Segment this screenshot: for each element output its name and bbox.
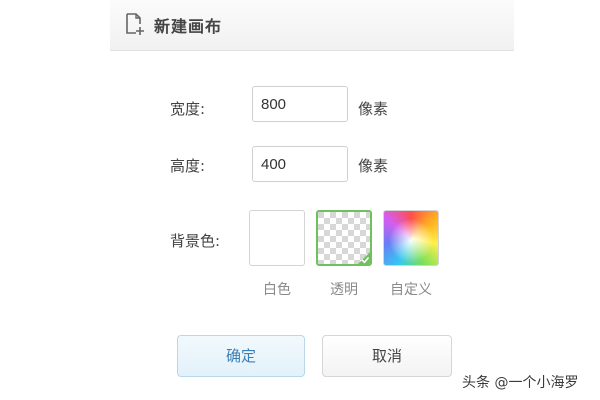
white-option-label: 白色 — [263, 282, 291, 298]
watermark: 头条 @一个小海罗 — [462, 375, 579, 391]
width-unit: 像素 — [358, 100, 389, 118]
background-color-label: 背景色: — [170, 232, 221, 250]
confirm-button[interactable]: 确定 — [177, 335, 305, 377]
new-canvas-dialog: 新建画布 宽度: 像素 高度: 像素 背景色: 白色 透明 自定义 确定 — [110, 0, 514, 400]
height-label: 高度: — [170, 157, 206, 175]
new-file-icon — [126, 13, 144, 35]
custom-color-swatch[interactable] — [383, 210, 439, 266]
height-input[interactable] — [252, 146, 348, 182]
transparent-option-label: 透明 — [330, 282, 358, 298]
height-unit: 像素 — [358, 157, 389, 175]
transparent-swatch[interactable] — [316, 210, 372, 266]
color-spectrum-icon — [384, 211, 438, 265]
check-icon — [358, 252, 370, 264]
dialog-title: 新建画布 — [154, 17, 223, 36]
dialog-header: 新建画布 — [110, 0, 514, 51]
custom-option-label: 自定义 — [390, 282, 432, 298]
width-input[interactable] — [252, 86, 348, 122]
white-swatch[interactable] — [249, 210, 305, 266]
cancel-button[interactable]: 取消 — [322, 335, 452, 377]
width-label: 宽度: — [170, 100, 206, 118]
